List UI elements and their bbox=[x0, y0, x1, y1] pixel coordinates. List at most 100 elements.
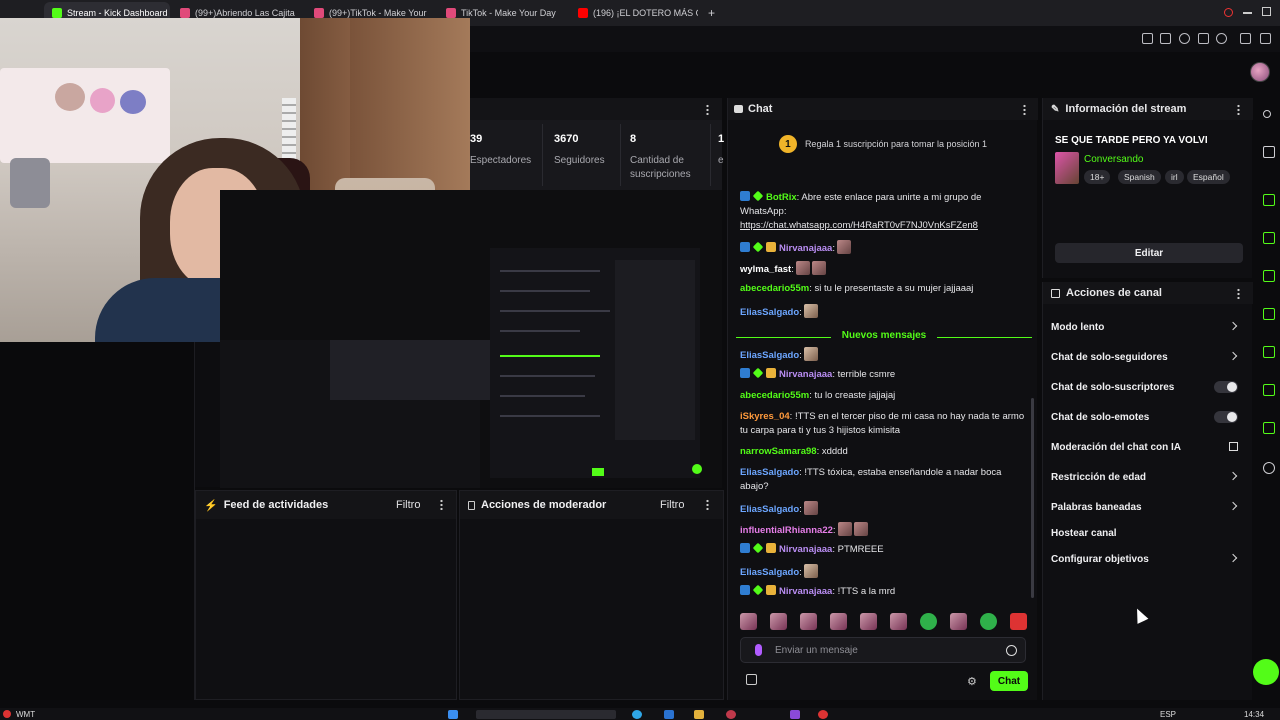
app-icon[interactable] bbox=[790, 710, 800, 719]
tab-5[interactable]: (196) ¡EL DOTERO MÁS C bbox=[570, 2, 698, 24]
action-banned-words[interactable]: Palabras baneadas bbox=[1051, 497, 1246, 517]
message-text: : bbox=[791, 264, 794, 275]
edit-icon[interactable] bbox=[1263, 146, 1275, 158]
bookmark-icon[interactable] bbox=[1142, 33, 1153, 44]
obs-icon[interactable] bbox=[726, 710, 736, 719]
plus-icon: + bbox=[708, 6, 716, 20]
more-icon[interactable] bbox=[1023, 104, 1026, 115]
whatsapp-link[interactable]: https://chat.whatsapp.com/H4RaRT0vF7NJ0V… bbox=[740, 220, 978, 231]
username[interactable]: EliasSalgado bbox=[740, 567, 799, 578]
action-followers-only[interactable]: Chat de solo-seguidores bbox=[1051, 347, 1246, 367]
gift-sub-banner[interactable]: 1 Regala 1 suscripción para tomar la pos… bbox=[728, 128, 1038, 160]
panel-header: Acciones de canal bbox=[1043, 282, 1253, 304]
network-icon[interactable] bbox=[1263, 462, 1275, 474]
username[interactable]: BotRix bbox=[766, 192, 797, 203]
new-tab-button[interactable]: + bbox=[700, 2, 720, 24]
search-icon[interactable] bbox=[1224, 8, 1233, 17]
action-label: Restricción de edad bbox=[1051, 471, 1147, 483]
username[interactable]: EliasSalgado bbox=[740, 504, 799, 515]
username[interactable]: Nirvanajaaa bbox=[779, 369, 832, 380]
username[interactable]: wylma_fast bbox=[740, 264, 791, 275]
chat-message-input[interactable]: Enviar un mensaje bbox=[740, 637, 1026, 663]
chat-message: Nirvanajaaa: !TTS a la mrd bbox=[740, 584, 1030, 599]
play-icon[interactable] bbox=[1198, 33, 1209, 44]
emote-icon[interactable] bbox=[770, 613, 787, 630]
username[interactable]: Nirvanajaaa bbox=[779, 243, 832, 254]
language-indicator[interactable]: ESP bbox=[1160, 710, 1176, 719]
action-host-channel[interactable]: Hostear canal bbox=[1051, 523, 1246, 543]
windows-start-icon[interactable] bbox=[448, 710, 458, 719]
emoji-picker-icon[interactable] bbox=[1006, 645, 1017, 656]
menu-icon[interactable] bbox=[1260, 33, 1271, 44]
username[interactable]: influentialRhianna22 bbox=[740, 525, 833, 536]
layout-icon[interactable] bbox=[1263, 194, 1275, 206]
store-icon[interactable] bbox=[746, 674, 757, 685]
gear-icon[interactable]: ⚙ bbox=[967, 675, 977, 688]
extension-icon[interactable] bbox=[1179, 33, 1190, 44]
taskbar-widget-label[interactable]: WMT bbox=[16, 710, 35, 719]
preview-line bbox=[500, 310, 610, 312]
action-age-restriction[interactable]: Restricción de edad bbox=[1051, 467, 1246, 487]
username[interactable]: abecedario55m bbox=[740, 283, 809, 294]
maximize-icon[interactable] bbox=[1262, 7, 1271, 16]
username[interactable]: EliasSalgado bbox=[740, 350, 799, 361]
action-ai-moderation[interactable]: Moderación del chat con IA bbox=[1051, 437, 1246, 457]
chat-scrollbar[interactable] bbox=[1031, 398, 1034, 598]
more-icon[interactable] bbox=[1237, 288, 1240, 299]
minimize-icon[interactable] bbox=[1243, 12, 1252, 14]
emote-icon[interactable] bbox=[890, 613, 907, 630]
emote-icon[interactable] bbox=[920, 613, 937, 630]
filter-button[interactable]: Filtro bbox=[396, 499, 420, 511]
more-icon[interactable] bbox=[706, 499, 709, 510]
gift-badge-icon bbox=[766, 585, 776, 595]
document-icon[interactable] bbox=[1263, 270, 1275, 282]
username[interactable]: narrowSamara98 bbox=[740, 446, 817, 457]
emote-icon[interactable] bbox=[740, 613, 757, 630]
lightning-icon[interactable] bbox=[1263, 232, 1275, 244]
username[interactable]: abecedario55m bbox=[740, 390, 809, 401]
action-slow-mode[interactable]: Modo lento bbox=[1051, 317, 1246, 337]
emote-icon[interactable] bbox=[830, 613, 847, 630]
username[interactable]: EliasSalgado bbox=[740, 467, 799, 478]
edge-icon[interactable] bbox=[632, 710, 642, 719]
screenshot-icon[interactable] bbox=[1160, 33, 1171, 44]
emote-icon[interactable] bbox=[980, 613, 997, 630]
emotes-only-toggle[interactable] bbox=[1214, 411, 1238, 423]
weather-icon[interactable] bbox=[3, 710, 11, 718]
filter-button[interactable]: Filtro bbox=[660, 499, 684, 511]
username[interactable]: iSkyres_04 bbox=[740, 411, 790, 422]
plush-image bbox=[55, 83, 85, 111]
subscribers-only-toggle[interactable] bbox=[1214, 381, 1238, 393]
stream-category[interactable]: Conversando bbox=[1084, 154, 1143, 165]
more-icon[interactable] bbox=[440, 499, 443, 510]
taskbar-search-input[interactable] bbox=[476, 710, 616, 719]
sub-badge-icon bbox=[740, 368, 750, 378]
username[interactable]: Nirvanajaaa bbox=[779, 544, 832, 555]
more-icon[interactable] bbox=[706, 104, 709, 115]
username[interactable]: EliasSalgado bbox=[740, 307, 799, 318]
tools-icon[interactable] bbox=[1263, 422, 1275, 434]
action-configure-goals[interactable]: Configurar objetivos bbox=[1051, 549, 1246, 569]
support-chat-icon[interactable] bbox=[1253, 659, 1279, 685]
emote-icon[interactable] bbox=[800, 613, 817, 630]
emote-icon[interactable] bbox=[950, 613, 967, 630]
chat-link[interactable]: https://chat.whatsapp.com/H4RaRT0vF7NJ0V… bbox=[740, 219, 1030, 233]
microphone-icon[interactable] bbox=[755, 644, 762, 656]
app-icon[interactable] bbox=[818, 710, 828, 719]
folder-icon[interactable] bbox=[694, 710, 704, 719]
more-icon[interactable] bbox=[1237, 104, 1240, 115]
emote-icon[interactable] bbox=[1010, 613, 1027, 630]
edit-button[interactable]: Editar bbox=[1055, 243, 1243, 263]
downloads-icon[interactable] bbox=[1240, 33, 1251, 44]
username[interactable]: Nirvanajaaa bbox=[779, 586, 832, 597]
chat-icon[interactable] bbox=[1263, 308, 1275, 320]
list-icon[interactable] bbox=[1263, 384, 1275, 396]
broadcast-icon[interactable] bbox=[1263, 346, 1275, 358]
clock[interactable]: 14:34 bbox=[1244, 710, 1264, 719]
send-chat-button[interactable]: Chat bbox=[990, 671, 1028, 691]
info-icon[interactable] bbox=[1263, 110, 1271, 118]
store-icon[interactable] bbox=[664, 710, 674, 719]
emote-icon[interactable] bbox=[860, 613, 877, 630]
avatar[interactable] bbox=[1250, 62, 1270, 82]
heart-icon[interactable] bbox=[1216, 33, 1227, 44]
